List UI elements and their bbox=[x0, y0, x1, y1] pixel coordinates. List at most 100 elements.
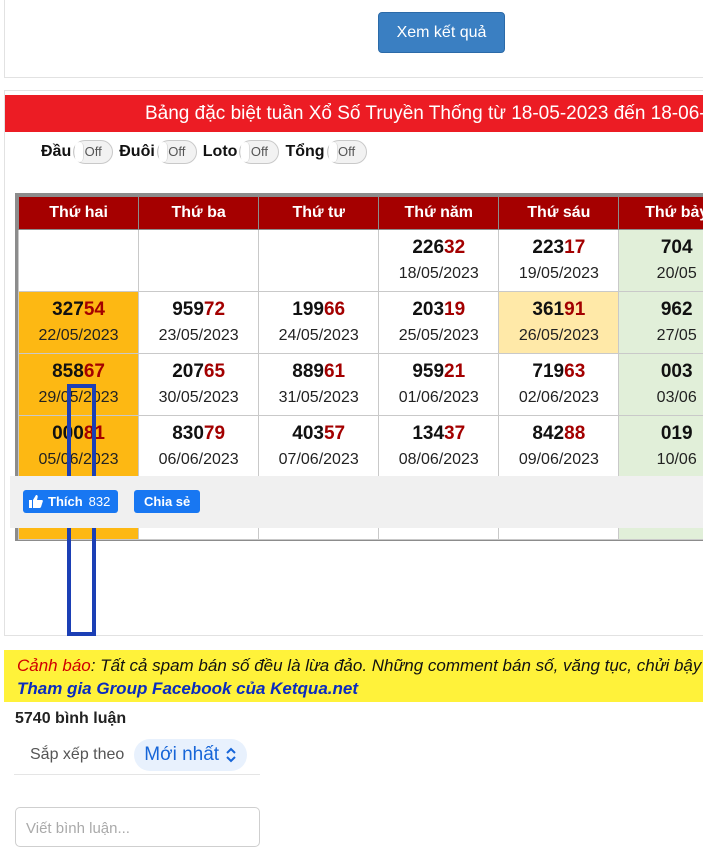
draw-date: 07/06/2023 bbox=[259, 449, 378, 471]
warning-body: : Tất cả spam bán số đều là lừa đảo. Nhữ… bbox=[91, 656, 703, 675]
special-number: 71963 bbox=[499, 360, 618, 384]
sort-select[interactable]: Mới nhất bbox=[134, 739, 247, 771]
day-cell: 1343708/06/2023 bbox=[379, 416, 499, 478]
warning-text: Cảnh báo: Tất cả spam bán số đều là lừa … bbox=[17, 654, 703, 677]
special-number: 13437 bbox=[379, 422, 498, 446]
number-head: 019 bbox=[661, 423, 693, 444]
draw-date: 22/05/2023 bbox=[19, 325, 138, 347]
view-results-button[interactable]: Xem kết quả bbox=[378, 12, 505, 53]
number-tail: 91 bbox=[564, 299, 585, 320]
special-number: 20319 bbox=[379, 298, 498, 322]
draw-date: 18/05/2023 bbox=[379, 263, 498, 285]
number-head: 830 bbox=[172, 423, 204, 444]
week-row: 0008105/06/20238307906/06/20234035707/06… bbox=[19, 416, 703, 478]
number-head: 704 bbox=[661, 237, 693, 258]
day-cell bbox=[19, 230, 139, 292]
special-number: 962 bbox=[619, 298, 703, 322]
special-number: 019 bbox=[619, 422, 703, 446]
day-cell: 9597223/05/2023 bbox=[139, 292, 259, 354]
draw-date: 06/06/2023 bbox=[139, 449, 258, 471]
draw-date: 27/05 bbox=[619, 325, 703, 347]
day-cell: 8307906/06/2023 bbox=[139, 416, 259, 478]
number-tail: 37 bbox=[444, 423, 465, 444]
draw-date: 24/05/2023 bbox=[259, 325, 378, 347]
day-cell: 704 20/05 bbox=[619, 230, 703, 292]
special-number: 003 bbox=[619, 360, 703, 384]
weekday-header: Thứ bảy bbox=[619, 197, 703, 230]
facebook-group-link[interactable]: Tham gia Group Facebook của Ketqua.net bbox=[17, 677, 703, 700]
special-number: 22632 bbox=[379, 236, 498, 260]
comment-sort-row: Sắp xếp theo Mới nhất bbox=[14, 736, 260, 775]
toggle-duoi-switch[interactable]: Off bbox=[157, 140, 197, 164]
banner-title: Bảng đặc biệt tuần Xổ Số Truyền Thống từ… bbox=[5, 95, 703, 132]
number-tail: 19 bbox=[444, 299, 465, 320]
number-head: 959 bbox=[412, 361, 444, 382]
like-count: 832 bbox=[89, 494, 111, 509]
special-table-panel: Bảng đặc biệt tuần Xổ Số Truyền Thống từ… bbox=[4, 90, 703, 636]
day-cell: 2231719/05/2023 bbox=[499, 230, 619, 292]
special-number: 20765 bbox=[139, 360, 258, 384]
like-label: Thích bbox=[48, 494, 83, 509]
comment-input[interactable]: Viết bình luận... bbox=[15, 807, 260, 847]
number-tail: 32 bbox=[444, 237, 465, 258]
toggle-loto-switch[interactable]: Off bbox=[239, 140, 279, 164]
special-number: 32754 bbox=[19, 298, 138, 322]
draw-date: 20/05 bbox=[619, 263, 703, 285]
day-cell: 71963 02/06/2023 bbox=[499, 354, 619, 416]
weekday-header: Thứ năm bbox=[379, 197, 499, 230]
special-number: 40357 bbox=[259, 422, 378, 446]
number-head: 858 bbox=[52, 361, 84, 382]
toggle-label-dau: Đầu bbox=[41, 143, 71, 161]
draw-date: 09/06/2023 bbox=[499, 449, 618, 471]
toggle-dau-switch[interactable]: Off bbox=[73, 140, 113, 164]
special-number: 95972 bbox=[139, 298, 258, 322]
number-tail: 61 bbox=[324, 361, 345, 382]
special-number: 95921 bbox=[379, 360, 498, 384]
draw-date: 30/05/2023 bbox=[139, 387, 258, 409]
draw-date: 25/05/2023 bbox=[379, 325, 498, 347]
special-number: 19966 bbox=[259, 298, 378, 322]
facebook-like-button[interactable]: Thích 832 bbox=[23, 490, 118, 513]
number-head: 199 bbox=[292, 299, 324, 320]
draw-date: 02/06/2023 bbox=[499, 387, 618, 409]
weekday-header: Thứ sáu bbox=[499, 197, 619, 230]
draw-date: 31/05/2023 bbox=[259, 387, 378, 409]
toggle-tong-switch[interactable]: Off bbox=[327, 140, 367, 164]
display-toggles: Đầu Off Đuôi Off Loto Off Tổng Off bbox=[41, 139, 373, 165]
day-cell bbox=[139, 230, 259, 292]
number-tail: 66 bbox=[324, 299, 345, 320]
number-head: 361 bbox=[532, 299, 564, 320]
number-head: 134 bbox=[412, 423, 444, 444]
day-cell: 84288 09/06/2023 bbox=[499, 416, 619, 478]
week-row: 8586729/05/20232076530/05/20238896131/05… bbox=[19, 354, 703, 416]
number-tail: 65 bbox=[204, 361, 225, 382]
draw-date: 01/06/2023 bbox=[379, 387, 498, 409]
number-head: 959 bbox=[172, 299, 204, 320]
special-number: 84288 bbox=[499, 422, 618, 446]
day-cell: 20319 25/05/2023 bbox=[379, 292, 499, 354]
number-head: 327 bbox=[52, 299, 84, 320]
special-number: 22317 bbox=[499, 236, 618, 260]
number-tail: 72 bbox=[204, 299, 225, 320]
weekday-header: Thứ ba bbox=[139, 197, 259, 230]
day-cell: 01910/06 bbox=[619, 416, 703, 478]
number-head: 203 bbox=[412, 299, 444, 320]
draw-date: 03/06 bbox=[619, 387, 703, 409]
number-tail: 57 bbox=[324, 423, 345, 444]
day-cell: 40357 07/06/2023 bbox=[259, 416, 379, 478]
number-tail: 54 bbox=[84, 299, 105, 320]
special-number: 88961 bbox=[259, 360, 378, 384]
number-tail: 17 bbox=[564, 237, 585, 258]
draw-date: 26/05/2023 bbox=[499, 325, 618, 347]
special-number: 704 bbox=[619, 236, 703, 260]
spam-warning: Cảnh báo: Tất cả spam bán số đều là lừa … bbox=[4, 650, 703, 702]
facebook-share-button[interactable]: Chia sẻ bbox=[134, 490, 200, 513]
day-cell bbox=[259, 230, 379, 292]
number-tail: 88 bbox=[564, 423, 585, 444]
number-head: 207 bbox=[172, 361, 204, 382]
social-bar: Thích 832 Chia sẻ bbox=[10, 476, 703, 528]
special-number: 36191 bbox=[499, 298, 618, 322]
number-tail: 67 bbox=[84, 361, 105, 382]
day-cell: 36191 26/05/2023 bbox=[499, 292, 619, 354]
day-cell: 20765 30/05/2023 bbox=[139, 354, 259, 416]
